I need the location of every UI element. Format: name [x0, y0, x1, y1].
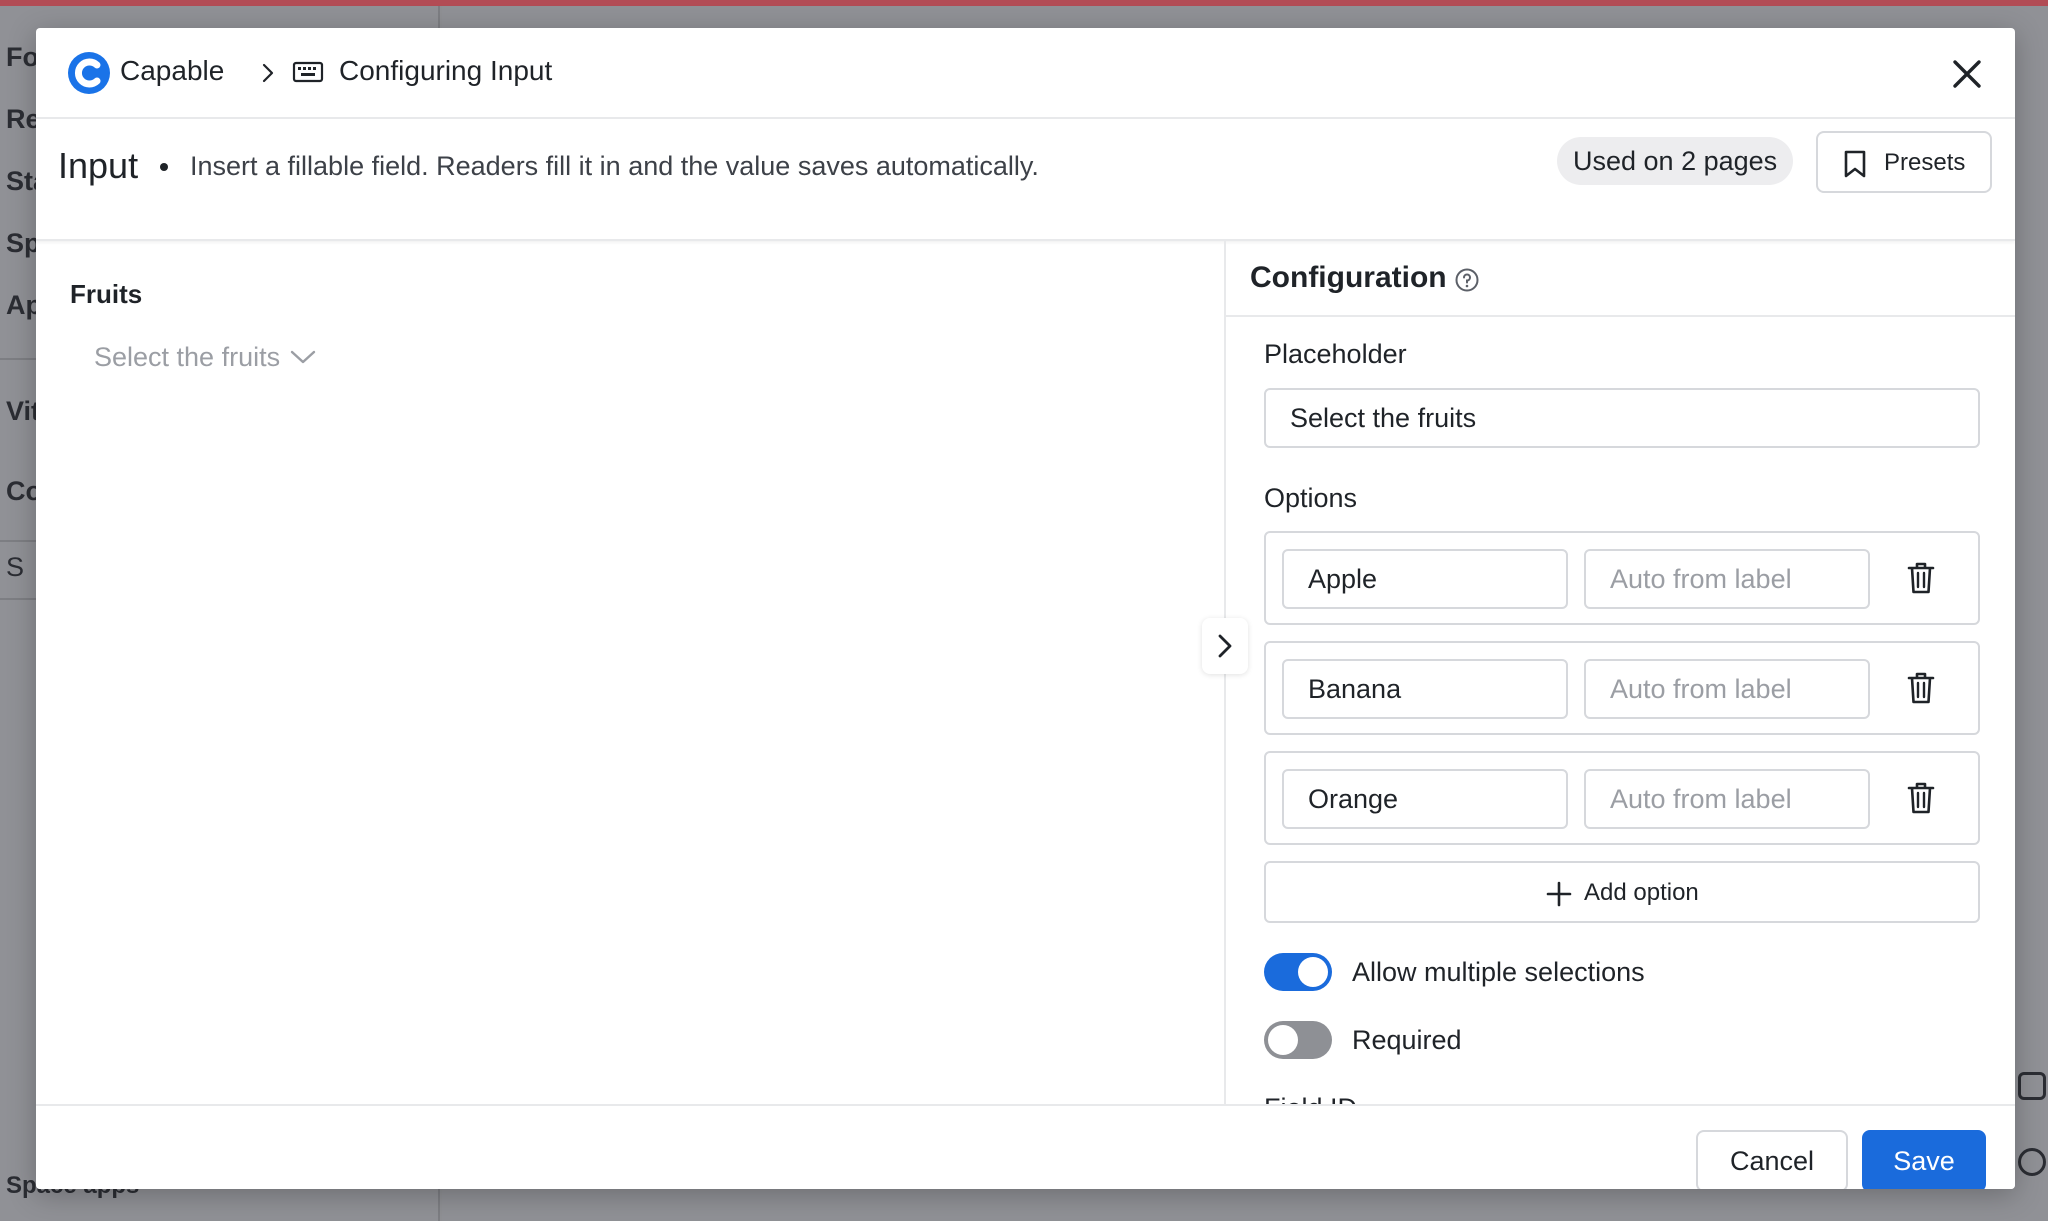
- collapse-panel-button[interactable]: [1202, 618, 1248, 674]
- option-value-input[interactable]: Auto from label: [1584, 659, 1870, 719]
- block-info-bar: Input Insert a fillable field. Readers f…: [36, 119, 2015, 241]
- save-button[interactable]: Save: [1862, 1130, 1986, 1189]
- breadcrumb-current: Configuring Input: [339, 55, 553, 86]
- help-icon[interactable]: [1454, 267, 1480, 293]
- cancel-button[interactable]: Cancel: [1696, 1130, 1848, 1189]
- configuration-panel: Configuration Placeholder Select the fru…: [1224, 241, 2015, 1104]
- presets-label: Presets: [1884, 149, 1966, 176]
- placeholder-label: Placeholder: [1264, 339, 1407, 369]
- background-sidebar-item: Vit: [6, 396, 41, 426]
- option-row: Apple Auto from label: [1264, 531, 1980, 625]
- block-name: Input: [58, 145, 139, 186]
- preview-select[interactable]: Select the fruits: [94, 337, 316, 377]
- usage-badge[interactable]: Used on 2 pages: [1557, 137, 1794, 185]
- background-search: S: [6, 552, 25, 582]
- configuration-header: Configuration: [1226, 241, 2015, 317]
- options-label: Options: [1264, 483, 1358, 513]
- chevron-down-icon: [290, 350, 316, 364]
- modal-footer: Cancel Save: [36, 1104, 2015, 1189]
- add-option-button[interactable]: Add option: [1264, 861, 1980, 923]
- add-option-label: Add option: [1584, 879, 1699, 906]
- option-label-input[interactable]: Apple: [1282, 549, 1568, 609]
- option-label-input[interactable]: Orange: [1282, 769, 1568, 829]
- capable-logo-icon: [68, 52, 110, 94]
- chevron-right-icon: [262, 63, 274, 83]
- toggle-knob: [1298, 957, 1328, 987]
- option-value-input[interactable]: Auto from label: [1584, 549, 1870, 609]
- background-sidebar-item: Fo: [6, 42, 39, 72]
- placeholder-input[interactable]: Select the fruits: [1264, 388, 1980, 448]
- brand-name[interactable]: Capable: [120, 55, 224, 87]
- preview-pane: Fruits Select the fruits: [36, 241, 1224, 1104]
- required-label: Required: [1352, 1025, 1462, 1055]
- info-icon: [2018, 1148, 2046, 1176]
- option-row: Banana Auto from label: [1264, 641, 1980, 735]
- preview-select-placeholder: Select the fruits: [94, 341, 281, 372]
- trash-icon[interactable]: [1906, 561, 1936, 595]
- option-row: Orange Auto from label: [1264, 751, 1980, 845]
- keyboard-icon: [292, 61, 324, 83]
- close-button[interactable]: [1945, 52, 1989, 96]
- block-description: Insert a fillable field. Readers fill it…: [190, 151, 1039, 181]
- option-label-input[interactable]: Banana: [1282, 659, 1568, 719]
- toggle-knob: [1268, 1025, 1298, 1055]
- configuration-title: Configuration: [1250, 261, 1447, 294]
- preview-field-label: Fruits: [70, 279, 143, 309]
- comment-icon: [2018, 1072, 2046, 1100]
- option-value-input[interactable]: Auto from label: [1584, 769, 1870, 829]
- trash-icon[interactable]: [1906, 781, 1936, 815]
- chevron-right-icon: [1218, 634, 1232, 658]
- presets-button[interactable]: Presets: [1816, 131, 1992, 193]
- plus-icon: [1546, 881, 1572, 907]
- allow-multiple-toggle[interactable]: [1264, 953, 1332, 991]
- required-toggle[interactable]: [1264, 1021, 1332, 1059]
- configure-input-modal: Capable Configuring Input Input Insert a…: [36, 28, 2015, 1189]
- trash-icon[interactable]: [1906, 671, 1936, 705]
- bullet-separator: [160, 163, 168, 171]
- field-id-label: Field ID: [1264, 1093, 1357, 1104]
- allow-multiple-label: Allow multiple selections: [1352, 957, 1645, 987]
- modal-header: Capable Configuring Input: [36, 28, 2015, 119]
- bookmark-icon: [1844, 150, 1866, 178]
